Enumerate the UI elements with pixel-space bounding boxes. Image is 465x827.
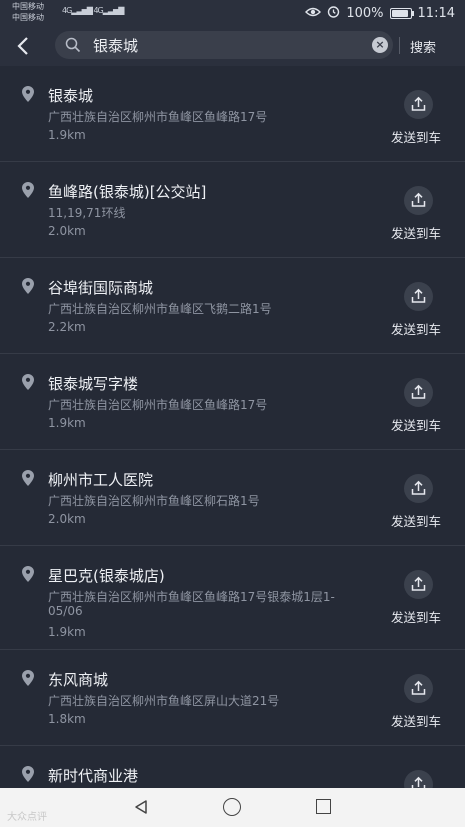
- send-to-car-button[interactable]: 发送到车: [391, 511, 441, 530]
- upload-icon: [411, 480, 426, 495]
- signal-1-label: 4G: [62, 6, 72, 15]
- search-box[interactable]: ×: [55, 31, 393, 59]
- carrier-1: 中国移动: [12, 2, 44, 11]
- send-to-car-button[interactable]: 发送到车: [391, 711, 441, 730]
- share-button[interactable]: [404, 674, 433, 703]
- result-distance: 2.2km: [48, 320, 86, 334]
- upload-icon: [411, 192, 426, 207]
- result-address: 广西壮族自治区柳州市鱼峰区鱼峰路17号: [48, 398, 268, 412]
- nav-recent-icon[interactable]: [316, 799, 331, 814]
- location-pin-icon: [22, 86, 34, 102]
- result-item[interactable]: 东风商城 广西壮族自治区柳州市鱼峰区屏山大道21号 1.8km 发送到车: [0, 650, 465, 746]
- result-name[interactable]: 柳州市工人医院: [48, 469, 153, 490]
- result-name[interactable]: 银泰城写字楼: [48, 373, 138, 394]
- result-item[interactable]: 柳州市工人医院 广西壮族自治区柳州市鱼峰区柳石路1号 2.0km 发送到车: [0, 450, 465, 546]
- clear-icon[interactable]: ×: [372, 37, 388, 53]
- navigation-bar: 大众点评: [0, 788, 465, 827]
- result-item[interactable]: 新时代商业港 发送到车: [0, 746, 465, 788]
- search-input[interactable]: [93, 35, 348, 55]
- send-to-car-button[interactable]: 发送到车: [391, 127, 441, 146]
- result-distance: 1.9km: [48, 416, 86, 430]
- carrier-info: 中国移动 中国移动: [12, 1, 44, 23]
- send-to-car-button[interactable]: 发送到车: [391, 415, 441, 434]
- nav-back-icon[interactable]: [133, 799, 149, 815]
- divider: [399, 37, 400, 54]
- location-pin-icon: [22, 278, 34, 294]
- location-pin-icon: [22, 670, 34, 686]
- signal-icons: 4G▂▃▅▇ 4G▂▃▅▇: [62, 6, 125, 15]
- battery-percent: 100%: [346, 6, 384, 21]
- battery-fill: [391, 10, 408, 17]
- alarm-icon: [327, 5, 340, 22]
- send-to-car-button[interactable]: 发送到车: [391, 319, 441, 338]
- location-pin-icon: [22, 766, 34, 782]
- result-list: 银泰城 广西壮族自治区柳州市鱼峰区鱼峰路17号 1.9km 发送到车 鱼峰路(银…: [0, 66, 465, 788]
- status-bar: 中国移动 中国移动 4G▂▃▅▇ 4G▂▃▅▇ 100% 11:14: [0, 0, 465, 26]
- result-name[interactable]: 谷埠街国际商城: [48, 277, 153, 298]
- result-distance: 1.9km: [48, 625, 86, 639]
- share-button[interactable]: [404, 378, 433, 407]
- upload-icon: [411, 288, 426, 303]
- location-pin-icon: [22, 182, 34, 198]
- result-address: 广西壮族自治区柳州市鱼峰区鱼峰路17号银泰城1层1-05/06: [48, 590, 335, 618]
- result-name[interactable]: 东风商城: [48, 669, 108, 690]
- upload-icon: [411, 576, 426, 591]
- result-distance: 2.0km: [48, 224, 86, 238]
- watermark: 大众点评: [7, 812, 47, 823]
- nav-home-icon[interactable]: [223, 798, 241, 816]
- eye-icon: [305, 6, 322, 22]
- result-address: 广西壮族自治区柳州市鱼峰区柳石路1号: [48, 494, 260, 508]
- signal-2-label: 4G: [93, 6, 103, 15]
- upload-icon: [411, 680, 426, 695]
- result-distance: 1.9km: [48, 128, 86, 142]
- share-button[interactable]: [404, 186, 433, 215]
- result-name[interactable]: 星巴克(银泰城店): [48, 565, 165, 586]
- signal-2-icon: ▂▃▅▇: [102, 6, 125, 15]
- result-name[interactable]: 新时代商业港: [48, 765, 138, 786]
- result-name[interactable]: 银泰城: [48, 85, 93, 106]
- result-name[interactable]: 鱼峰路(银泰城)[公交站]: [48, 181, 206, 202]
- signal-1-icon: ▂▃▅▇: [71, 6, 93, 15]
- send-to-car-button[interactable]: 发送到车: [391, 223, 441, 242]
- location-pin-icon: [22, 470, 34, 486]
- share-button[interactable]: [404, 570, 433, 599]
- result-item[interactable]: 星巴克(银泰城店) 广西壮族自治区柳州市鱼峰区鱼峰路17号银泰城1层1-05/0…: [0, 546, 465, 650]
- result-address: 广西壮族自治区柳州市鱼峰区屏山大道21号: [48, 694, 280, 708]
- search-button[interactable]: 搜索: [410, 37, 436, 56]
- result-item[interactable]: 鱼峰路(银泰城)[公交站] 11,19,71环线 2.0km 发送到车: [0, 162, 465, 258]
- share-button[interactable]: [404, 474, 433, 503]
- location-pin-icon: [22, 374, 34, 390]
- search-icon: [65, 37, 81, 53]
- chevron-left-icon: [17, 37, 28, 55]
- clock: 11:14: [417, 6, 455, 21]
- share-button[interactable]: [404, 90, 433, 119]
- result-distance: 1.8km: [48, 712, 86, 726]
- result-item[interactable]: 银泰城写字楼 广西壮族自治区柳州市鱼峰区鱼峰路17号 1.9km 发送到车: [0, 354, 465, 450]
- result-address: 11,19,71环线: [48, 206, 126, 220]
- upload-icon: [411, 96, 426, 111]
- status-right: 100% 11:14: [305, 5, 455, 22]
- search-header: × 搜索: [0, 26, 465, 66]
- result-address: 广西壮族自治区柳州市鱼峰区飞鹅二路1号: [48, 302, 272, 316]
- send-to-car-button[interactable]: 发送到车: [391, 607, 441, 626]
- share-button[interactable]: [404, 282, 433, 311]
- carrier-2: 中国移动: [12, 13, 44, 22]
- result-distance: 2.0km: [48, 512, 86, 526]
- result-item[interactable]: 银泰城 广西壮族自治区柳州市鱼峰区鱼峰路17号 1.9km 发送到车: [0, 66, 465, 162]
- back-button[interactable]: [12, 34, 36, 58]
- result-address: 广西壮族自治区柳州市鱼峰区鱼峰路17号: [48, 110, 268, 124]
- share-button[interactable]: [404, 770, 433, 788]
- location-pin-icon: [22, 566, 34, 582]
- battery-icon: [389, 8, 414, 19]
- upload-icon: [411, 384, 426, 399]
- result-item[interactable]: 谷埠街国际商城 广西壮族自治区柳州市鱼峰区飞鹅二路1号 2.2km 发送到车: [0, 258, 465, 354]
- upload-icon: [411, 776, 426, 788]
